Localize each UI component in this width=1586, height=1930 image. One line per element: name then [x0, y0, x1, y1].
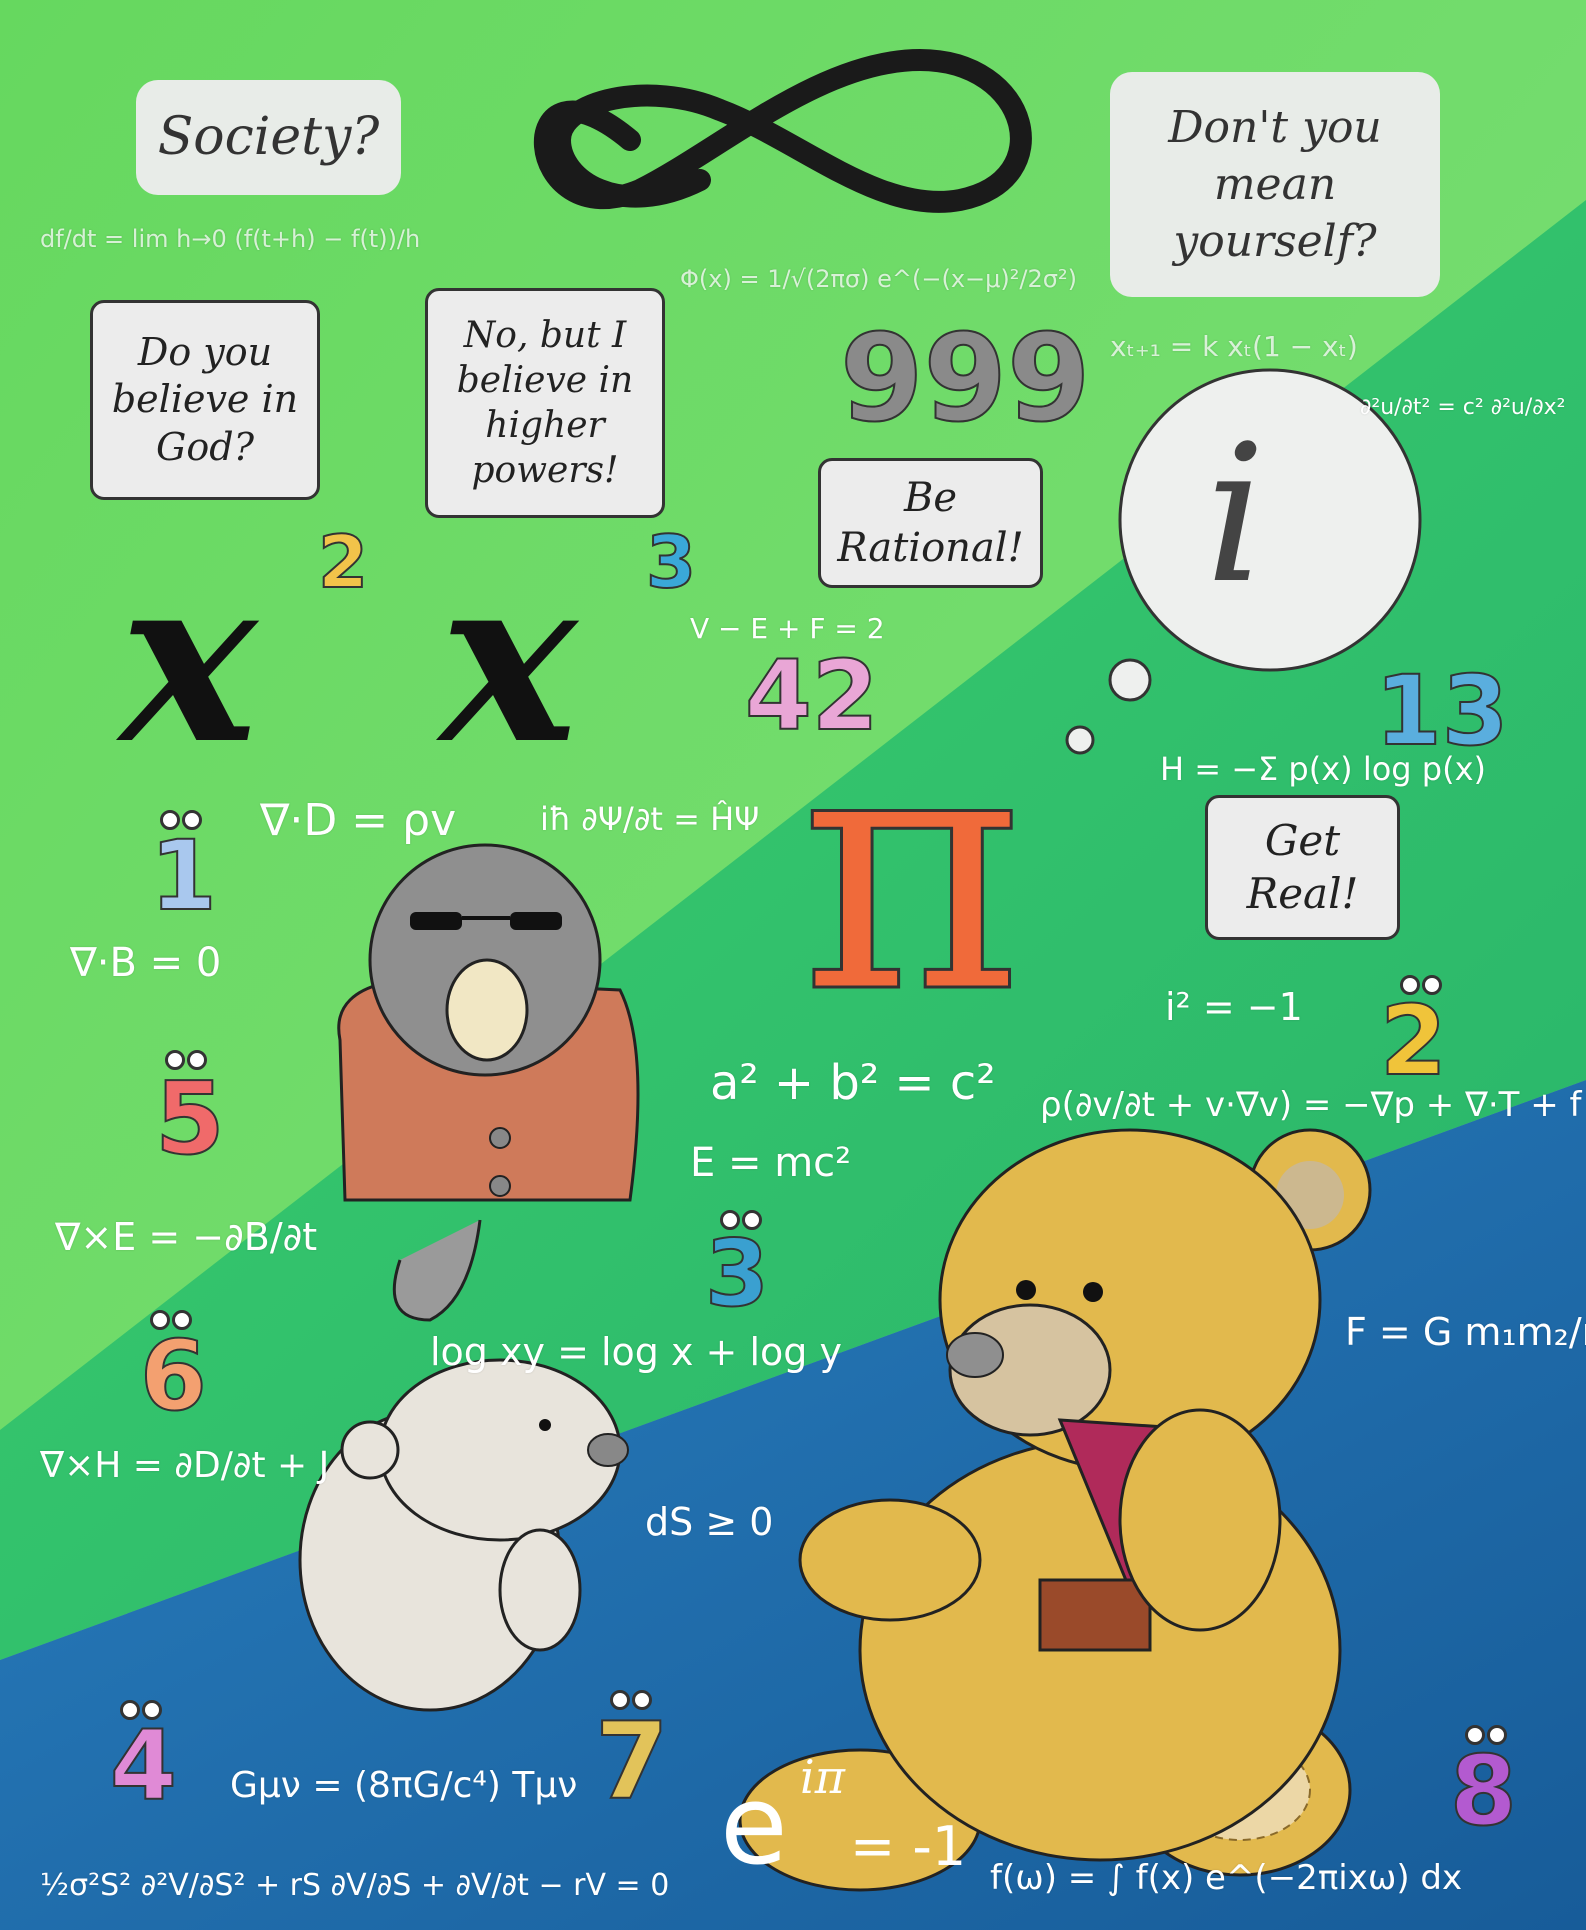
x-cubed-base: x — [440, 525, 578, 795]
x-cubed-exponent: 3 — [645, 519, 697, 605]
eq-faraday: ∇×E = −∂B/∂t — [55, 1215, 318, 1259]
eq-gauss-b: ∇·B = 0 — [70, 940, 222, 986]
number-42: 42 — [744, 639, 880, 753]
eq-gauss-d: ∇·D = ρv — [260, 795, 457, 846]
eq-i-squared: i² = −1 — [1165, 985, 1303, 1029]
number-5: 5 — [154, 1059, 226, 1178]
x-squared-exponent: 2 — [317, 519, 369, 605]
higher-powers-bubble: No, but I believe in higher powers! — [425, 288, 665, 518]
be-rational-bubble: Be Rational! — [818, 458, 1043, 588]
artwork: Society? Don't you mean yourself? Do you… — [0, 0, 1586, 1930]
eq-pythagoras: a² + b² = c² — [710, 1055, 996, 1111]
eq-einstein-field: Gμν = (8πG/c⁴) Tμν — [230, 1765, 578, 1806]
eq-log-rule: log xy = log x + log y — [430, 1330, 842, 1374]
number-8: 8 — [1449, 1734, 1518, 1848]
eq-schrodinger: iħ ∂Ψ/∂t = ĤΨ — [540, 800, 760, 838]
eq-entropy: H = −Σ p(x) log p(x) — [1160, 750, 1486, 788]
eq-ampere: ∇×H = ∂D/∂t + J — [40, 1445, 330, 1486]
nine-ninety-nine: 999 — [839, 309, 1091, 450]
number-1: 1 — [149, 819, 218, 933]
number-3: 3 — [704, 1219, 770, 1328]
euler-e: e — [720, 1761, 788, 1889]
imaginary-i: i — [1205, 404, 1266, 625]
number-7: 7 — [594, 1699, 670, 1824]
eq-normal-distribution: Φ(x) = 1/√(2πσ) e^(−(x−μ)²/2σ²) — [680, 265, 1077, 293]
number-2: 2 — [1379, 984, 1448, 1098]
eq-navier-stokes: ρ(∂v/∂t + v·∇v) = −∇p + ∇·T + f — [1040, 1085, 1582, 1125]
eq-emc2: E = mc² — [690, 1140, 852, 1186]
eq-gravity: F = G m₁m₂/r² — [1345, 1310, 1586, 1354]
dont-you-mean-box: Don't you mean yourself? — [1110, 72, 1440, 297]
euler-rhs: = -1 — [850, 1815, 967, 1878]
eq-euler-characteristic: V − E + F = 2 — [690, 612, 885, 645]
eq-wave: ∂²u/∂t² = c² ∂²u/∂x² — [1360, 395, 1566, 420]
x-squared-base: x — [120, 525, 258, 795]
number-6: 6 — [139, 1319, 208, 1433]
eq-derivative: df/dt = lim h→0 (f(t+h) − f(t))/h — [40, 225, 421, 253]
number-4: 4 — [109, 1709, 178, 1823]
believe-god-bubble: Do you believe in God? — [90, 300, 320, 500]
eq-logistic-map: xₜ₊₁ = k xₜ(1 − xₜ) — [1110, 330, 1358, 363]
eq-second-law: dS ≥ 0 — [645, 1500, 774, 1544]
eq-fourier: f(ω) = ∫ f(x) e^(−2πixω) dx — [990, 1858, 1463, 1898]
eq-black-scholes: ½σ²S² ∂²V/∂S² + rS ∂V/∂S + ∂V/∂t − rV = … — [40, 1868, 670, 1903]
society-box: Society? — [136, 80, 401, 195]
get-real-bubble: Get Real! — [1205, 795, 1400, 940]
euler-exponent: iπ — [800, 1750, 845, 1804]
